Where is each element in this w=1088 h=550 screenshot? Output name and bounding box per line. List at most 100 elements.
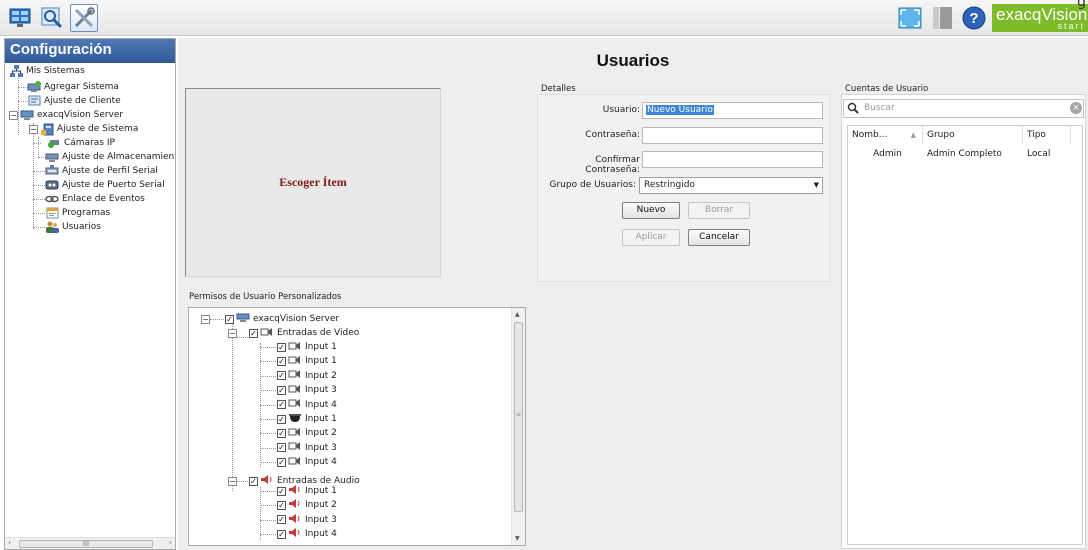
column-header-name[interactable]: Nomb... ▲ (848, 126, 923, 145)
search-input[interactable]: Buscar (843, 99, 1084, 118)
checkbox-checked-icon[interactable]: ✓ (277, 428, 286, 438)
perm-input-label: Input 1 (305, 356, 337, 367)
apply-button[interactable]: Aplicar (622, 229, 680, 246)
checkbox-checked-icon[interactable]: ✓ (277, 529, 286, 539)
checkbox-checked-icon[interactable]: ✓ (277, 443, 286, 453)
collapse-audio-icon[interactable]: − (228, 477, 237, 486)
sidebar-item-camaras-ip[interactable]: Cámaras IP (47, 136, 115, 150)
delete-button[interactable]: Borrar (688, 202, 750, 219)
checkbox-checked-icon[interactable]: ✓ (277, 356, 286, 366)
scrollbar-thumb[interactable]: ≡ (514, 322, 523, 512)
sidebar-item-agregar-sistema[interactable]: Agregar Sistema (27, 80, 119, 94)
password-field[interactable] (642, 127, 823, 144)
row-name-cell[interactable]: Admin (848, 147, 923, 162)
speaker-icon (260, 474, 274, 488)
collapse-server-icon[interactable]: − (201, 315, 210, 324)
schedule-icon (45, 207, 59, 219)
perm-input-item[interactable]: ✓ Input 3 (277, 513, 337, 527)
checkbox-checked-icon[interactable]: ✓ (277, 342, 286, 352)
perm-input-item[interactable]: ✓ Input 4 (277, 398, 337, 412)
scroll-down-icon[interactable]: ▼ (515, 535, 520, 542)
panel-icon[interactable] (928, 4, 956, 32)
config-sidebar: Configuración Mis Sistemas Agregar Siste… (4, 38, 176, 550)
perm-input-item[interactable]: ✓ Input 3 (277, 383, 337, 397)
collapse-icon[interactable]: − (9, 110, 18, 120)
sidebar-item-enlace-eventos[interactable]: Enlace de Eventos (45, 192, 145, 206)
checkbox-checked-icon[interactable]: ✓ (225, 314, 234, 324)
perm-input-label: Input 1 (305, 486, 337, 496)
sidebar-item-ajuste-puerto-serial[interactable]: Ajuste de Puerto Serial (45, 178, 165, 192)
speaker-icon (288, 498, 302, 512)
sidebar-item-exacqvision-server[interactable]: − exacqVision Server (9, 108, 123, 122)
column-header-type[interactable]: Tipo (1023, 126, 1071, 145)
row-type-cell[interactable]: Local (1023, 147, 1071, 162)
perm-input-label: Input 1 (305, 342, 337, 352)
perm-input-label: Input 3 (305, 514, 337, 525)
user-field-value: Nuevo Usuario (646, 105, 714, 115)
perm-input-item[interactable]: ✓ Input 4 (277, 527, 337, 541)
perm-video-group[interactable]: ✓ Entradas de Video (249, 326, 359, 340)
perm-input-label: Input 3 (305, 442, 337, 453)
scroll-up-icon[interactable]: ▲ (515, 311, 520, 318)
monitor-grid-icon[interactable] (6, 4, 34, 32)
sidebar-item-label: Agregar Sistema (44, 82, 119, 92)
password-label: Contraseña: (585, 130, 640, 140)
users-icon (45, 221, 59, 233)
checkbox-checked-icon[interactable]: ✓ (277, 414, 286, 424)
help-icon[interactable]: ? (960, 4, 988, 32)
perm-input-item[interactable]: ✓ Input 1 (277, 354, 337, 368)
storage-icon (45, 151, 59, 163)
checkbox-checked-icon[interactable]: ✓ (277, 400, 286, 410)
scroll-right-icon[interactable]: › (169, 538, 172, 547)
clear-search-icon[interactable]: × (1070, 102, 1082, 114)
checkbox-checked-icon[interactable]: ✓ (277, 486, 286, 496)
cancel-button[interactable]: Cancelar (688, 229, 750, 246)
sidebar-horizontal-scrollbar[interactable]: ‹ III › (5, 537, 175, 549)
checkbox-checked-icon[interactable]: ✓ (277, 515, 286, 525)
checkbox-checked-icon[interactable]: ✓ (277, 371, 286, 381)
perm-input-item[interactable]: ✓ Input 2 (277, 426, 337, 440)
search-magnifier-icon[interactable] (38, 4, 66, 32)
sidebar-item-ajuste-sistema[interactable]: − Ajuste de Sistema (29, 122, 138, 136)
checkbox-checked-icon[interactable]: ✓ (277, 457, 286, 467)
collapse-video-icon[interactable]: − (228, 329, 237, 338)
scroll-left-icon[interactable]: ‹ (8, 538, 11, 547)
perm-input-item[interactable]: ✓ Input 2 (277, 498, 337, 512)
checkbox-checked-icon[interactable]: ✓ (277, 500, 286, 510)
sidebar-item-programas[interactable]: Programas (45, 206, 110, 220)
sidebar-item-label: Ajuste de Cliente (44, 96, 121, 106)
tools-wrench-icon[interactable] (70, 4, 98, 32)
row-group-cell[interactable]: Admin Completo (923, 147, 1023, 162)
confirm-password-field[interactable] (642, 151, 823, 168)
checkbox-checked-icon[interactable]: ✓ (249, 328, 258, 338)
perm-input-item[interactable]: ✓ Input 3 (277, 441, 337, 455)
perm-input-label: Input 4 (305, 457, 337, 468)
system-settings-icon (40, 123, 54, 135)
checkbox-checked-icon[interactable]: ✓ (277, 385, 286, 395)
permissions-vertical-scrollbar[interactable]: ▲ ≡ ▼ (511, 308, 525, 545)
perm-input-item[interactable]: ✓ Input 1 (277, 484, 337, 498)
fullscreen-icon[interactable] (896, 4, 924, 32)
sidebar-item-label: Usuarios (62, 222, 101, 232)
user-group-select[interactable]: Restringido ▼ (639, 177, 823, 194)
speaker-icon (288, 484, 302, 498)
sidebar-item-ajuste-almacenamiento[interactable]: Ajuste de Almacenamiento (45, 150, 175, 164)
sidebar-item-ajuste-cliente[interactable]: Ajuste de Cliente (27, 94, 121, 108)
new-button[interactable]: Nuevo (622, 202, 680, 219)
sidebar-item-usuarios[interactable]: Usuarios (45, 220, 101, 234)
corner-text: g (1077, 0, 1086, 10)
perm-server-label: exacqVision Server (253, 314, 340, 324)
user-field[interactable]: Nuevo Usuario (642, 102, 823, 119)
column-header-group[interactable]: Grupo (923, 126, 1023, 145)
checkbox-checked-icon[interactable]: ✓ (249, 476, 258, 486)
scrollbar-thumb[interactable]: III (19, 540, 153, 548)
sidebar-item-mis-sistemas[interactable]: Mis Sistemas (9, 64, 85, 78)
collapse-icon[interactable]: − (29, 124, 38, 134)
perm-input-item[interactable]: ✓ Input 2 (277, 369, 337, 383)
sidebar-item-ajuste-perfil-serial[interactable]: Ajuste de Perfil Serial (45, 164, 158, 178)
perm-input-item[interactable]: ✓ Input 4 (277, 455, 337, 469)
perm-server-item[interactable]: ✓ exacqVision Server (225, 312, 339, 326)
perm-input-item[interactable]: ✓ Input 1 (277, 340, 337, 354)
perm-input-item[interactable]: ✓ Input 1 (277, 412, 337, 426)
ip-camera-icon (47, 137, 61, 149)
